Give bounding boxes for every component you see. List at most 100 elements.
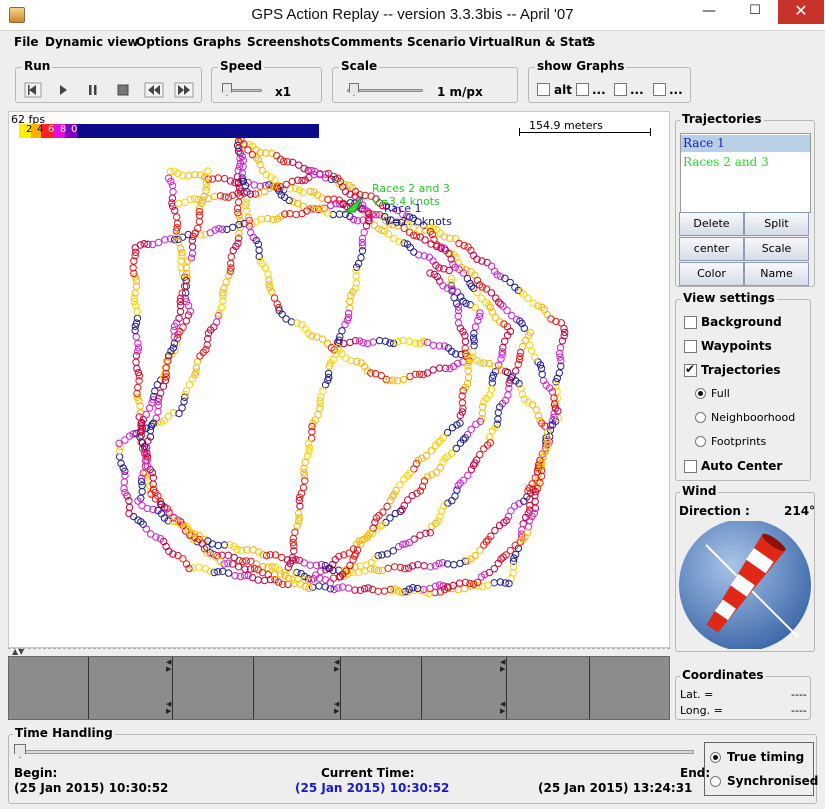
menu-bar: File Dynamic view Options Graphs Screens… — [0, 31, 825, 53]
true-timing-label: True timing — [727, 750, 805, 764]
graph-strip: ◀ ▶ ◀ ▶ ◀ ▶ ◀ ▶ ◀ ▶ ◀ ▶ — [8, 656, 670, 720]
begin-value: (25 Jan 2015) 10:30:52 — [14, 781, 169, 795]
play-icon[interactable] — [54, 82, 72, 98]
speed-group: Speed x1 — [211, 59, 322, 103]
center-button[interactable]: center — [679, 237, 744, 261]
color-scale-label-6: 6 — [48, 124, 55, 135]
trajectories-label: Trajectories — [701, 363, 781, 377]
color-button[interactable]: Color — [679, 262, 744, 286]
scale-slider-thumb[interactable] — [349, 83, 359, 96]
strip-marker-icon[interactable]: ◀ ▶ ◀ ▶ — [166, 659, 171, 715]
graph-3-checkbox[interactable] — [614, 83, 627, 96]
current-time-label: Current Time: — [321, 766, 415, 780]
menu-options[interactable]: Options — [136, 35, 189, 49]
menu-help[interactable]: ? — [586, 35, 593, 49]
auto-center-checkbox[interactable] — [684, 460, 697, 473]
neighborhood-label: Neighboorhood — [711, 411, 796, 424]
color-scale-label-8: 8 — [60, 124, 67, 135]
trajectory-map[interactable]: 62 fps 2 4 6 8 0 154.9 meters Races 2 an… — [8, 111, 670, 648]
trajectory-item-race-1[interactable]: Race 1 — [681, 135, 810, 152]
footprints-radio[interactable] — [695, 436, 706, 447]
trajectory-item-races-2-3[interactable]: Races 2 and 3 — [681, 154, 810, 171]
wind-title: Wind — [680, 484, 719, 498]
menu-virtualrun-stats[interactable]: VirtualRun & Stats — [469, 35, 595, 49]
split-button[interactable]: Split — [744, 212, 809, 236]
background-checkbox[interactable] — [684, 316, 697, 329]
coordinates-panel: Coordinates Lat. = ---- Long. = ---- — [675, 668, 811, 720]
neighborhood-radio[interactable] — [695, 412, 706, 423]
full-label: Full — [711, 387, 730, 400]
color-scale-label-2: 2 — [26, 124, 33, 135]
trajectories-panel: Trajectories Race 1 Races 2 and 3 Delete… — [675, 112, 815, 287]
close-button[interactable]: ✕ — [778, 0, 824, 24]
waypoints-checkbox[interactable] — [684, 340, 697, 353]
maximize-button[interactable]: ☐ — [732, 0, 778, 24]
full-radio[interactable] — [695, 388, 706, 399]
timing-mode-group: True timing Synchronised — [704, 742, 818, 796]
view-settings-panel: View settings Background Waypoints Traje… — [675, 291, 811, 481]
time-slider[interactable] — [14, 750, 694, 754]
stop-icon[interactable] — [114, 82, 132, 98]
longitude-label: Long. = — [680, 704, 723, 717]
waypoints-label: Waypoints — [701, 339, 772, 353]
menu-comments[interactable]: Comments — [331, 35, 403, 49]
color-scale-label-0: 0 — [71, 124, 78, 135]
show-graphs-group: show Graphs alt ... ... ... — [528, 59, 691, 103]
trajectories-title: Trajectories — [680, 112, 764, 126]
title-bar: GPS Action Replay -- version 3.3.3bis --… — [0, 0, 825, 31]
boat-marker-icon — [343, 195, 364, 213]
auto-center-label: Auto Center — [701, 459, 783, 473]
strip-divider[interactable]: ▲▼ — [8, 647, 670, 656]
race-1-label: Race 1 V=2.7 knots — [384, 202, 452, 228]
run-group-title: Run — [22, 59, 53, 73]
true-timing-radio[interactable] — [710, 752, 721, 763]
graph-4-label: ... — [669, 83, 683, 97]
view-settings-title: View settings — [681, 291, 777, 305]
speed-value: x1 — [275, 85, 292, 99]
delete-button[interactable]: Delete — [679, 212, 744, 236]
trajectories-checkbox[interactable] — [684, 362, 697, 377]
menu-dynamic-view[interactable]: Dynamic view — [45, 35, 139, 49]
menu-scenario[interactable]: Scenario — [407, 35, 466, 49]
latitude-value: ---- — [791, 688, 807, 701]
scale-group-title: Scale — [339, 59, 380, 73]
end-value: (25 Jan 2015) 13:24:31 — [538, 781, 693, 795]
synchronised-label: Synchronised — [727, 774, 819, 788]
strip-marker-icon[interactable]: ◀ ▶ ◀ ▶ — [334, 659, 339, 715]
distance-scale-label: 154.9 meters — [529, 119, 603, 132]
collapse-arrows-icon[interactable]: ▲▼ — [12, 647, 24, 656]
color-scale-bar: 2 4 6 8 0 — [19, 124, 319, 138]
rewind-icon[interactable] — [24, 82, 42, 98]
name-button[interactable]: Name — [744, 262, 809, 286]
longitude-value: ---- — [791, 704, 807, 717]
run-group: Run — [15, 59, 202, 103]
show-graphs-title: show Graphs — [535, 59, 627, 73]
time-handling-title: Time Handling — [13, 726, 115, 740]
pause-icon[interactable] — [84, 82, 102, 98]
graph-2-checkbox[interactable] — [576, 83, 589, 96]
menu-file[interactable]: File — [14, 35, 39, 49]
scale-button[interactable]: Scale — [744, 237, 809, 261]
speed-group-title: Speed — [218, 59, 265, 73]
wind-panel: Wind Direction : 214° — [675, 484, 815, 652]
strip-marker-icon[interactable]: ◀ ▶ ◀ ▶ — [500, 659, 505, 715]
minimize-button[interactable]: — — [686, 0, 732, 24]
graph-alt-checkbox[interactable] — [537, 83, 550, 96]
trajectory-list[interactable]: Race 1 Races 2 and 3 — [680, 133, 811, 213]
windsock-icon — [679, 521, 811, 649]
menu-screenshots[interactable]: Screenshots — [247, 35, 330, 49]
trajectory-canvas — [115, 131, 569, 598]
coordinates-title: Coordinates — [680, 668, 766, 682]
scale-group: Scale 1 m/px — [332, 59, 518, 103]
synchronised-radio[interactable] — [710, 776, 721, 787]
menu-graphs[interactable]: Graphs — [193, 35, 241, 49]
skip-forward-icon[interactable] — [174, 82, 194, 98]
speed-slider-thumb[interactable] — [222, 83, 232, 96]
background-label: Background — [701, 315, 782, 329]
graph-4-checkbox[interactable] — [653, 83, 666, 96]
graph-3-label: ... — [630, 83, 644, 97]
color-scale-label-4: 4 — [37, 124, 44, 135]
footprints-label: Footprints — [711, 435, 767, 448]
graph-alt-label: alt — [554, 83, 572, 97]
skip-back-icon[interactable] — [144, 82, 164, 98]
